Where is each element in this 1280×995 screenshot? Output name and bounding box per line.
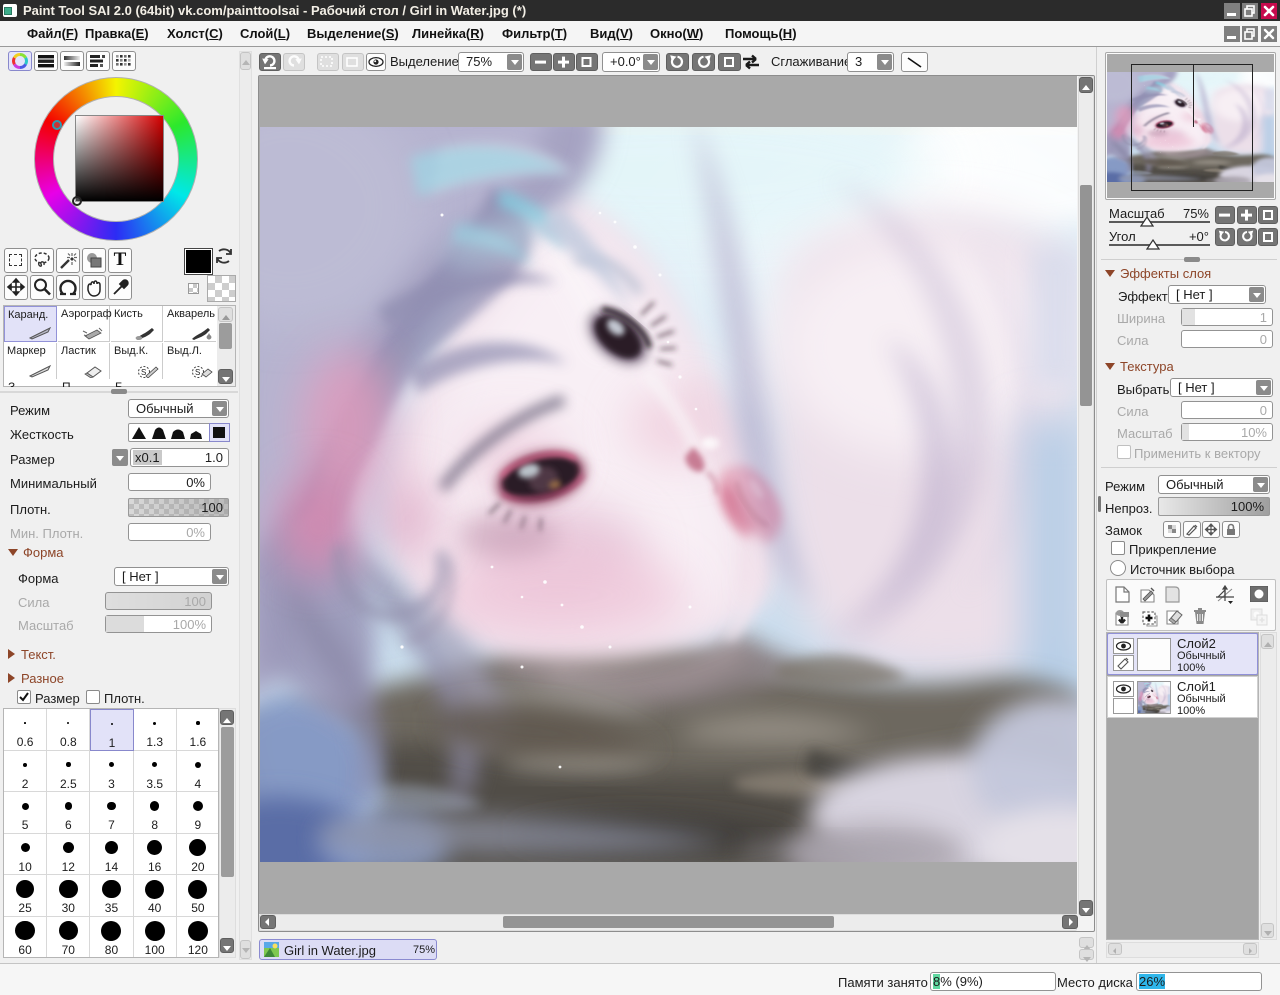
svg-text:S: S [195, 368, 200, 377]
svg-text:S: S [141, 368, 146, 377]
